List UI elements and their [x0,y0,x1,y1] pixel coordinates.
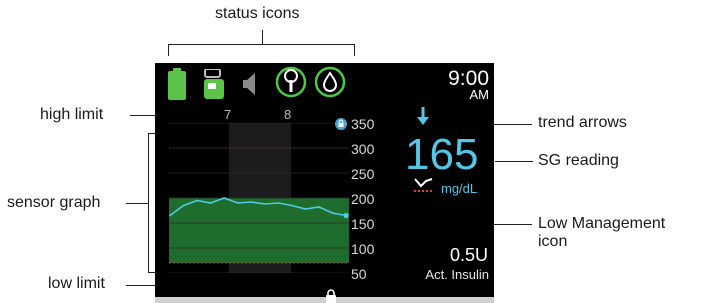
low-management-line2: icon [538,233,568,250]
sensor-connection-icon [275,66,307,98]
lock-icon [326,289,336,303]
x-tick-label: 8 [284,107,292,122]
battery-icon [168,68,186,100]
active-insulin-value: 0.5U [449,245,488,265]
sg-reading-label: SG reading [538,152,619,169]
y-tick-label: 150 [351,216,375,232]
trend-arrow-down-icon [417,107,429,125]
y-tick-label: 100 [351,241,375,257]
sg-data-point [318,206,320,208]
y-tick-label: 300 [351,141,375,157]
y-tick-label: 200 [351,191,375,207]
sg-data-point [263,203,266,205]
speaker-icon [243,73,255,95]
low-management-icon [414,178,434,192]
status-icons-label: status icons [215,5,300,22]
sg-data-point [223,197,226,199]
status-icons-bracket-right [354,44,355,56]
sensor-graph-label: sensor graph [7,194,101,211]
sg-data-point [169,214,171,217]
sg-data-point [182,204,185,207]
sg-reading-value: 165 [405,130,479,179]
active-insulin-label: Act. Insulin [425,267,489,282]
low-management-line1: Low Management [538,215,666,232]
sg-data-point [250,201,253,203]
sg-data-point [196,199,198,202]
sg-data-point [209,202,212,204]
status-icons-bracket-stem [262,30,263,44]
y-tick-label: 350 [351,116,375,132]
sg-reading-leader [495,161,533,162]
sg-data-point [290,204,293,207]
trend-arrows-label: trend arrows [538,114,627,131]
sensor-graph [169,123,349,273]
sg-data-point [277,202,280,204]
status-icons-bracket-top [168,44,355,45]
sensor-graph-bracket-v [148,133,149,273]
y-tick-label: 250 [351,166,375,182]
status-icons-bracket-left [168,44,169,56]
clock-ampm: AM [469,87,490,102]
sg-data-point [343,212,349,219]
sg-data-point [304,208,307,210]
calibration-icon [314,66,346,98]
sg-data-point [236,202,239,204]
sensor-graph-leader [126,203,148,204]
auto-mode-badge-icon [335,118,347,130]
pump-screen: 9:00 AM 7 8 350 300 250 200 150 100 50 1… [155,63,494,303]
low-management-label: Low Management icon [538,215,665,251]
high-limit-label: high limit [40,106,104,123]
sg-unit: mg/dL [441,181,478,196]
sg-data-point [331,212,334,214]
x-tick-label: 7 [224,107,232,122]
y-tick-label: 50 [351,266,367,282]
low-limit-label: low limit [48,275,105,292]
reservoir-icon [204,69,224,99]
